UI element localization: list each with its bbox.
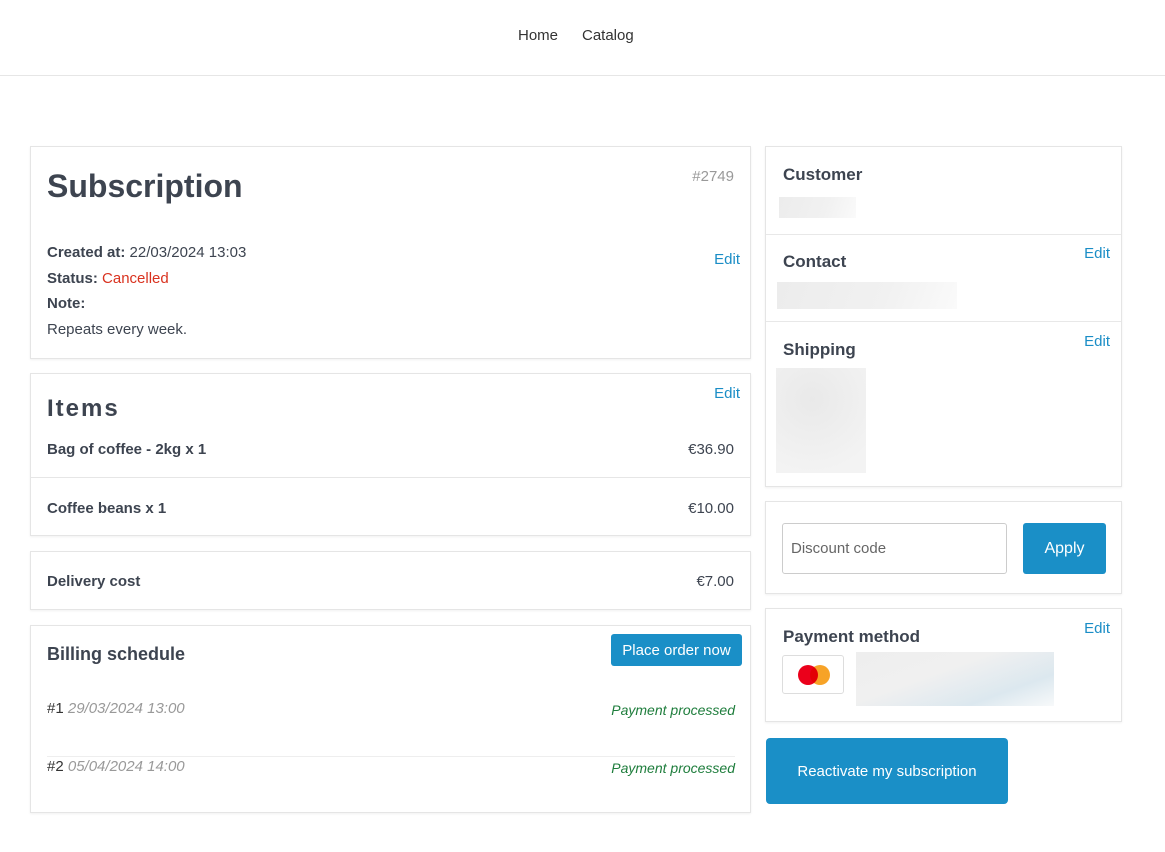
billing-date: 29/03/2024 13:00 (67, 700, 185, 717)
billing-status: Payment processed (611, 702, 735, 718)
apply-discount-button[interactable]: Apply (1023, 523, 1106, 574)
billing-row: #2 05/04/2024 14:00 Payment processed (47, 757, 735, 815)
note-label: Note: (47, 295, 86, 312)
page-title: Subscription (47, 168, 243, 204)
edit-shipping-link[interactable]: Edit (1084, 333, 1110, 350)
items-card: Items Edit Bag of coffee - 2kg x 1 €36.9… (30, 373, 751, 536)
top-navigation: Home Catalog (0, 0, 1165, 76)
card-details-redacted (856, 652, 1054, 706)
created-at-label: Created at: (47, 244, 126, 261)
billing-status: Payment processed (611, 760, 735, 776)
delivery-cost-card: Delivery cost €7.00 (30, 551, 751, 610)
mastercard-orange-circle (810, 665, 830, 685)
customer-section: Customer (766, 147, 1121, 235)
reactivate-subscription-button[interactable]: Reactivate my subscription (766, 738, 1008, 804)
contact-info-redacted (777, 282, 957, 309)
edit-payment-link[interactable]: Edit (1084, 620, 1110, 637)
contact-title: Contact (783, 252, 847, 271)
status-label: Status: (47, 270, 98, 287)
customer-title: Customer (783, 165, 863, 184)
item-name: Coffee beans x 1 (47, 500, 167, 517)
item-row: Coffee beans x 1 €10.00 (31, 478, 750, 537)
subscription-card: Subscription #2749 Created at: 22/03/202… (30, 146, 751, 359)
item-row: Bag of coffee - 2kg x 1 €36.90 (31, 430, 750, 478)
payment-method-title: Payment method (783, 627, 920, 646)
payment-method-card: Payment method Edit (765, 608, 1122, 722)
discount-code-input[interactable] (782, 523, 1007, 574)
item-price: €10.00 (688, 500, 734, 517)
note-label-row: Note: (47, 295, 85, 312)
billing-row: #1 29/03/2024 13:00 Payment processed (47, 699, 735, 757)
billing-row-info: #2 05/04/2024 14:00 (47, 758, 185, 775)
customer-card: Customer Contact Edit Shipping Edit (765, 146, 1122, 487)
delivery-cost-label: Delivery cost (47, 573, 141, 590)
created-at-row: Created at: 22/03/2024 13:03 (47, 244, 246, 261)
items-title: Items (47, 395, 120, 422)
billing-row-info: #1 29/03/2024 13:00 (47, 700, 185, 717)
contact-section: Contact Edit (766, 235, 1121, 322)
subscription-id: #2749 (692, 168, 734, 185)
nav-catalog-link[interactable]: Catalog (582, 27, 634, 44)
billing-number: #1 (47, 700, 64, 717)
shipping-address-redacted (776, 368, 866, 473)
customer-name-redacted (779, 197, 856, 218)
place-order-now-button[interactable]: Place order now (611, 634, 742, 666)
edit-subscription-link[interactable]: Edit (714, 251, 740, 268)
billing-schedule-title: Billing schedule (47, 644, 186, 664)
billing-number: #2 (47, 758, 64, 775)
edit-contact-link[interactable]: Edit (1084, 245, 1110, 262)
created-at-value: 22/03/2024 13:03 (129, 244, 247, 261)
status-row: Status: Cancelled (47, 270, 169, 287)
shipping-title: Shipping (783, 340, 856, 359)
item-price: €36.90 (688, 441, 734, 458)
nav-home-link[interactable]: Home (518, 27, 558, 44)
item-name: Bag of coffee - 2kg x 1 (47, 441, 207, 458)
delivery-cost-value: €7.00 (696, 573, 734, 590)
shipping-section: Shipping Edit (766, 322, 1121, 486)
discount-card: Apply (765, 501, 1122, 594)
billing-date: 05/04/2024 14:00 (67, 758, 185, 775)
billing-schedule-card: Billing schedule Place order now #1 29/0… (30, 625, 751, 813)
mastercard-icon (782, 655, 844, 694)
note-value: Repeats every week. (47, 321, 188, 338)
status-badge: Cancelled (102, 270, 169, 287)
edit-items-link[interactable]: Edit (714, 385, 740, 402)
